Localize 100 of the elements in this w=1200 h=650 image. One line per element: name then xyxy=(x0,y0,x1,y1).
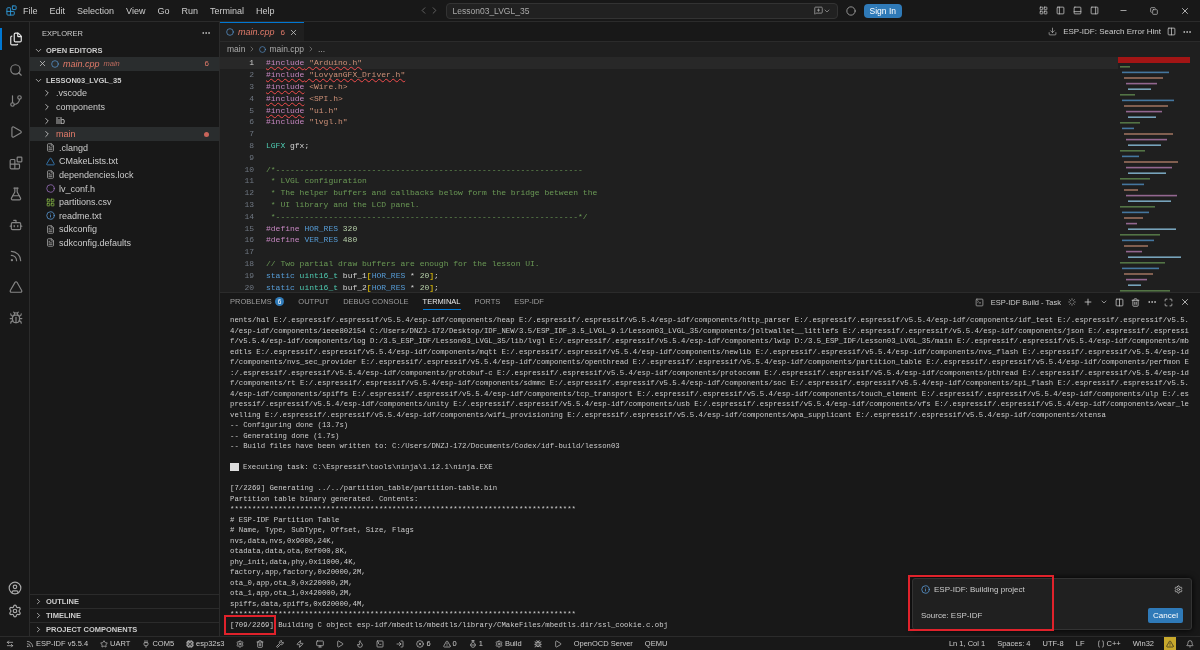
explorer-folder[interactable]: main xyxy=(30,127,219,141)
bell-icon xyxy=(1186,639,1194,648)
split-icon[interactable] xyxy=(1115,297,1124,307)
status-icon-button[interactable] xyxy=(4,637,16,650)
line-number: 4 xyxy=(248,93,254,103)
explorer-folder[interactable]: .vscode xyxy=(30,86,219,101)
gear-icon xyxy=(494,639,503,648)
monitor-icon xyxy=(316,639,325,648)
close-icon[interactable] xyxy=(38,59,47,69)
breadcrumb-item[interactable]: main.cpp xyxy=(269,44,304,54)
explorer-folder[interactable]: lib xyxy=(30,113,219,128)
explorer-folder[interactable]: components xyxy=(30,100,219,114)
code-line: #define VER_RES 480 xyxy=(266,235,358,245)
code-line: #include <SPI.h> xyxy=(266,93,343,103)
menu-item[interactable]: View xyxy=(120,5,152,16)
bug-icon xyxy=(533,639,542,648)
status-icon-button[interactable] xyxy=(1184,637,1196,650)
menu-item[interactable]: Go xyxy=(151,5,176,16)
chevron-right-icon xyxy=(42,88,52,99)
notification-message: ESP-IDF: Building project xyxy=(934,585,1025,594)
line-number: 1 xyxy=(248,58,254,68)
status-icon-button[interactable] xyxy=(374,637,387,650)
line-number: 7 xyxy=(248,129,254,139)
table-icon xyxy=(46,197,55,207)
code-line: static uint16_t buf_1[HOR_RES * 20]; xyxy=(266,270,439,280)
line-number: 18 xyxy=(243,258,254,268)
panel-bottom-icon[interactable] xyxy=(1073,6,1082,15)
split-editor-icon[interactable] xyxy=(1167,27,1176,36)
command-center-field[interactable]: Lesson03_LVGL_35 xyxy=(445,2,838,19)
debug-icon xyxy=(336,639,345,648)
restore-icon[interactable] xyxy=(1150,6,1158,15)
problem-count: 6 xyxy=(204,59,209,69)
chevron-right-icon xyxy=(42,115,52,126)
breadcrumb-item[interactable]: main xyxy=(227,44,246,54)
caret-icon[interactable] xyxy=(1100,298,1108,306)
close-icon[interactable] xyxy=(289,27,298,37)
menu-item[interactable]: Help xyxy=(249,5,281,16)
chevron-right-icon xyxy=(42,129,52,140)
status-icon-button[interactable] xyxy=(314,637,327,650)
menu-item[interactable]: Edit xyxy=(43,5,72,16)
trash-icon[interactable] xyxy=(1131,297,1140,307)
cancel-button[interactable]: Cancel xyxy=(1148,608,1183,623)
chat-icon[interactable] xyxy=(813,6,823,15)
explorer-entry[interactable]: readme.txt xyxy=(30,208,219,223)
line-number: 15 xyxy=(243,223,254,233)
search-error-hint-link[interactable]: ESP-IDF: Search Error Hint xyxy=(1063,27,1161,36)
chevron-right-icon xyxy=(42,102,52,112)
warning-badge[interactable] xyxy=(1164,637,1176,650)
menu-item[interactable]: Run xyxy=(175,5,204,16)
status-icon-button[interactable] xyxy=(274,637,287,650)
explorer-entry[interactable]: dependencies.lock xyxy=(30,168,219,182)
status-icon-button[interactable] xyxy=(394,637,407,650)
menu-item[interactable]: Selection xyxy=(71,5,121,16)
menu-item[interactable]: Terminal xyxy=(203,5,250,16)
explorer-entry[interactable]: lv_conf.h xyxy=(30,181,219,196)
explorer-entry[interactable]: sdkconfig.defaults xyxy=(30,236,219,250)
breadcrumb-item[interactable]: ... xyxy=(317,44,326,54)
file-icon xyxy=(46,143,55,153)
line-number: 16 xyxy=(243,235,254,245)
line-number: 17 xyxy=(243,247,254,257)
line-number: 2 xyxy=(248,70,254,80)
code-line: #include "Arduino.h" xyxy=(266,58,362,68)
status-icon-button[interactable] xyxy=(234,637,247,650)
chevron-down-icon[interactable] xyxy=(34,46,43,55)
explorer-entry[interactable]: CMakeLists.txt xyxy=(30,154,219,169)
trash-icon xyxy=(256,639,265,648)
star-icon xyxy=(100,639,109,648)
terminal-icon xyxy=(974,297,984,307)
explorer-entry[interactable]: partitions.csv xyxy=(30,195,219,209)
explorer-entry[interactable]: .clangd xyxy=(30,140,219,155)
panel-right-icon[interactable] xyxy=(1090,6,1099,15)
editor-tab[interactable]: main.cpp 6 xyxy=(220,22,304,41)
signal-icon xyxy=(26,639,34,648)
code-line: /*---------------------------------------------------------------- xyxy=(266,164,583,174)
menu-item[interactable]: File xyxy=(17,5,44,16)
chip-icon xyxy=(186,639,195,648)
code-line: #define HOR_RES 320 xyxy=(266,223,358,233)
add-icon[interactable] xyxy=(1083,297,1093,307)
file-icon xyxy=(46,224,55,234)
status-icon-button[interactable] xyxy=(334,637,347,650)
status-icon-button[interactable] xyxy=(294,637,307,650)
code-line: #include <Wire.h> xyxy=(266,82,348,91)
panel-left-icon[interactable] xyxy=(1056,6,1065,15)
account-icon[interactable] xyxy=(7,581,22,595)
settings-icon[interactable] xyxy=(7,604,22,618)
maximize-icon[interactable] xyxy=(1164,297,1173,307)
gear-icon xyxy=(236,639,245,648)
task-icon xyxy=(230,463,239,472)
layout-icon[interactable] xyxy=(1039,6,1048,15)
flash-icon xyxy=(296,639,305,648)
warning-icon xyxy=(1166,639,1174,648)
close-icon[interactable] xyxy=(1180,297,1190,307)
explorer-entry[interactable]: sdkconfig xyxy=(30,222,219,237)
close-icon[interactable] xyxy=(1180,5,1190,16)
sign-in-button[interactable]: Sign In xyxy=(863,3,902,18)
line-number: 3 xyxy=(248,82,254,91)
status-icon-button[interactable] xyxy=(531,637,544,650)
download-icon[interactable] xyxy=(1048,27,1058,36)
gear-icon[interactable] xyxy=(1174,585,1183,594)
line-number: 20 xyxy=(243,282,254,292)
